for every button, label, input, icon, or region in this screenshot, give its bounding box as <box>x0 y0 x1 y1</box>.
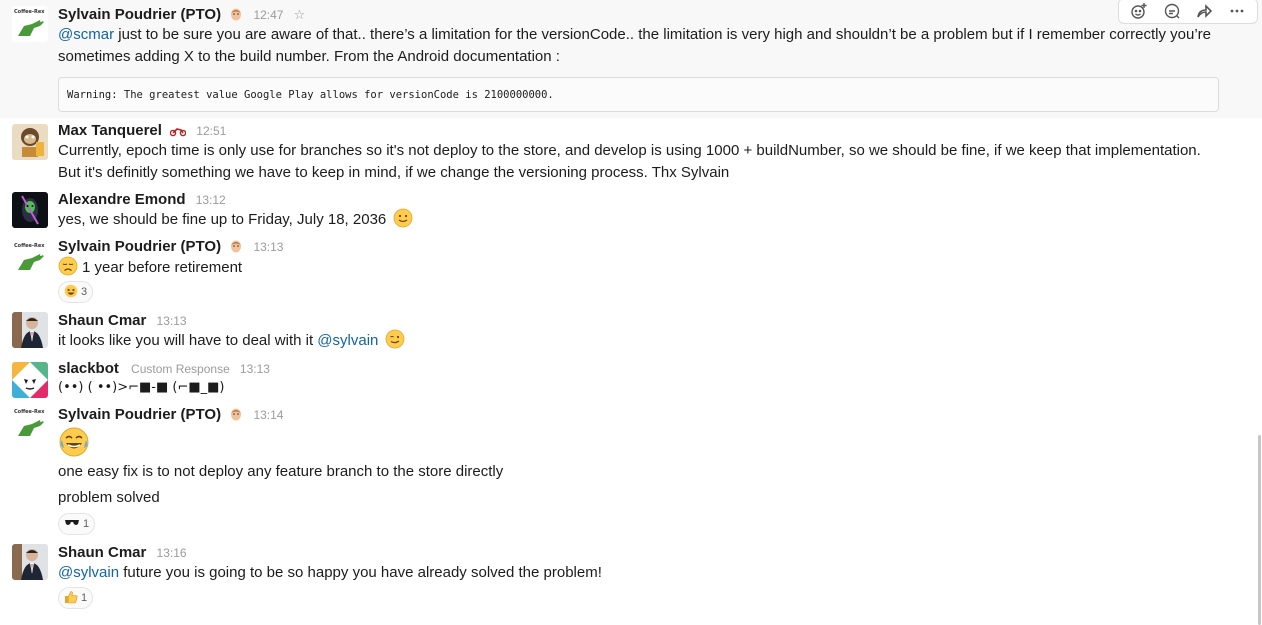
author-name[interactable]: Alexandre Emond <box>58 191 186 208</box>
message-header: Sylvain Poudrier (PTO) 13:13 <box>58 238 283 258</box>
message-alexandre-1312[interactable]: Alexandre Emond 13:12 yes, we should be … <box>0 188 1262 236</box>
text-segment: it looks like you will have to deal with… <box>58 332 318 349</box>
reaction-pill[interactable]: 1 <box>58 513 96 535</box>
timestamp[interactable]: 12:47 <box>253 8 283 22</box>
message-header: Sylvain Poudrier (PTO) 13:14 <box>58 406 283 426</box>
author-name[interactable]: Shaun Cmar <box>58 544 146 561</box>
joy-emoji-icon <box>58 426 90 462</box>
message-text: 1 year before retirement <box>58 256 242 283</box>
mention-link[interactable]: @sylvain <box>317 332 378 349</box>
message-sylvain-1314[interactable]: Coffee-Rex Sylvain Poudrier (PTO) 13:14 … <box>0 404 1262 538</box>
avatar[interactable] <box>12 312 48 348</box>
message-header: Alexandre Emond 13:12 <box>58 191 226 209</box>
message-shaun-1313[interactable]: Shaun Cmar 13:13 it looks like you will … <box>0 310 1262 356</box>
share-icon[interactable] <box>1191 0 1217 22</box>
message-text: it looks like you will have to deal with… <box>58 329 405 356</box>
reaction-count: 1 <box>81 592 88 604</box>
message-header: slackbot Custom Response 13:13 <box>58 360 270 378</box>
timestamp[interactable]: 12:51 <box>196 124 226 138</box>
message-text-continued: But it's definitly something we have to … <box>58 164 730 181</box>
reaction-count: 3 <box>81 286 88 298</box>
svg-text:Coffee-Rex: Coffee-Rex <box>14 9 45 15</box>
timestamp[interactable]: 13:14 <box>253 408 283 422</box>
message-sylvain-1313[interactable]: Coffee-Rex Sylvain Poudrier (PTO) 13:13 … <box>0 236 1262 304</box>
timestamp[interactable]: 13:16 <box>157 546 187 560</box>
author-name[interactable]: Sylvain Poudrier (PTO) <box>58 406 221 423</box>
slight-smile-emoji-icon <box>393 208 413 235</box>
avatar[interactable] <box>12 544 48 580</box>
avatar[interactable] <box>12 124 48 160</box>
message-actions-toolbar <box>1118 0 1258 24</box>
message-text: yes, we should be fine up to Friday, Jul… <box>58 208 413 235</box>
message-max-1251[interactable]: Max Tanquerel 12:51 Currently, epoch tim… <box>0 118 1262 184</box>
add-reaction-icon[interactable] <box>1126 0 1152 22</box>
code-block: Warning: The greatest value Google Play … <box>58 77 1219 112</box>
message-sylvain-1247[interactable]: Coffee-Rex Sylvain Poudrier (PTO) 12:47 … <box>0 0 1262 118</box>
message-header: Max Tanquerel 12:51 <box>58 122 226 142</box>
message-text: @sylvain future you is going to be so ha… <box>58 562 602 584</box>
mention-link[interactable]: @scmar <box>58 26 114 43</box>
svg-text:Coffee-Rex: Coffee-Rex <box>14 243 45 249</box>
message-header: Sylvain Poudrier (PTO) 12:47 ☆ <box>58 6 305 26</box>
timestamp[interactable]: 13:13 <box>157 314 187 328</box>
reaction-pill[interactable]: 1 <box>58 587 94 609</box>
author-name[interactable]: Max Tanquerel <box>58 122 162 139</box>
timestamp[interactable]: 13:13 <box>240 362 270 376</box>
text-segment: 1 year before retirement <box>82 259 243 276</box>
scrollbar[interactable] <box>1258 435 1261 625</box>
message-shaun-1316[interactable]: Shaun Cmar 13:16 @sylvain future you is … <box>0 542 1262 616</box>
message-text: (••) ( ••)>⌐■-■ (⌐■_■) <box>58 380 225 395</box>
timestamp[interactable]: 13:13 <box>253 240 283 254</box>
avatar[interactable] <box>12 192 48 228</box>
text-segment: future you is going to be so happy you h… <box>119 564 602 581</box>
mention-link[interactable]: @sylvain <box>58 564 119 581</box>
avatar[interactable]: Coffee-Rex <box>12 240 48 276</box>
wink-emoji-icon <box>385 329 405 356</box>
star-icon[interactable]: ☆ <box>294 7 306 22</box>
custom-response-label: Custom Response <box>131 362 230 376</box>
message-text: one easy fix is to not deploy any featur… <box>58 463 504 480</box>
reaction-pill[interactable]: 3 <box>58 281 94 303</box>
message-header: Shaun Cmar 13:16 <box>58 544 187 562</box>
reply-thread-icon[interactable] <box>1159 0 1185 22</box>
author-name[interactable]: Sylvain Poudrier (PTO) <box>58 238 221 255</box>
avatar[interactable]: Coffee-Rex <box>12 406 48 442</box>
thumbs-up-emoji-icon <box>64 590 78 607</box>
disappointed-emoji-icon <box>58 256 78 283</box>
author-name[interactable]: slackbot <box>58 360 119 377</box>
reaction-count: 1 <box>83 518 90 530</box>
message-slackbot-1313[interactable]: slackbot Custom Response 13:13 (••) ( ••… <box>0 358 1262 402</box>
message-text-continued: sometimes adding X to the build number. … <box>58 48 560 65</box>
author-name[interactable]: Shaun Cmar <box>58 312 146 329</box>
author-name[interactable]: Sylvain Poudrier (PTO) <box>58 6 221 23</box>
slackbot-avatar[interactable] <box>12 362 48 398</box>
avatar[interactable]: Coffee-Rex <box>12 6 48 42</box>
status-face-icon <box>229 407 243 426</box>
message-header: Shaun Cmar 13:13 <box>58 312 187 330</box>
laughing-emoji-icon <box>64 284 78 301</box>
more-icon[interactable] <box>1224 0 1250 22</box>
svg-text:Coffee-Rex: Coffee-Rex <box>14 409 45 415</box>
text-segment: yes, we should be fine up to Friday, Jul… <box>58 211 387 228</box>
message-text: Currently, epoch time is only use for br… <box>58 142 1201 159</box>
message-text-continued: problem solved <box>58 489 160 506</box>
sunglasses-emoji-icon <box>64 518 80 531</box>
text-segment: just to be sure you are aware of that.. … <box>114 26 1211 43</box>
message-text: @scmar just to be sure you are aware of … <box>58 24 1211 46</box>
timestamp[interactable]: 13:12 <box>196 193 226 207</box>
